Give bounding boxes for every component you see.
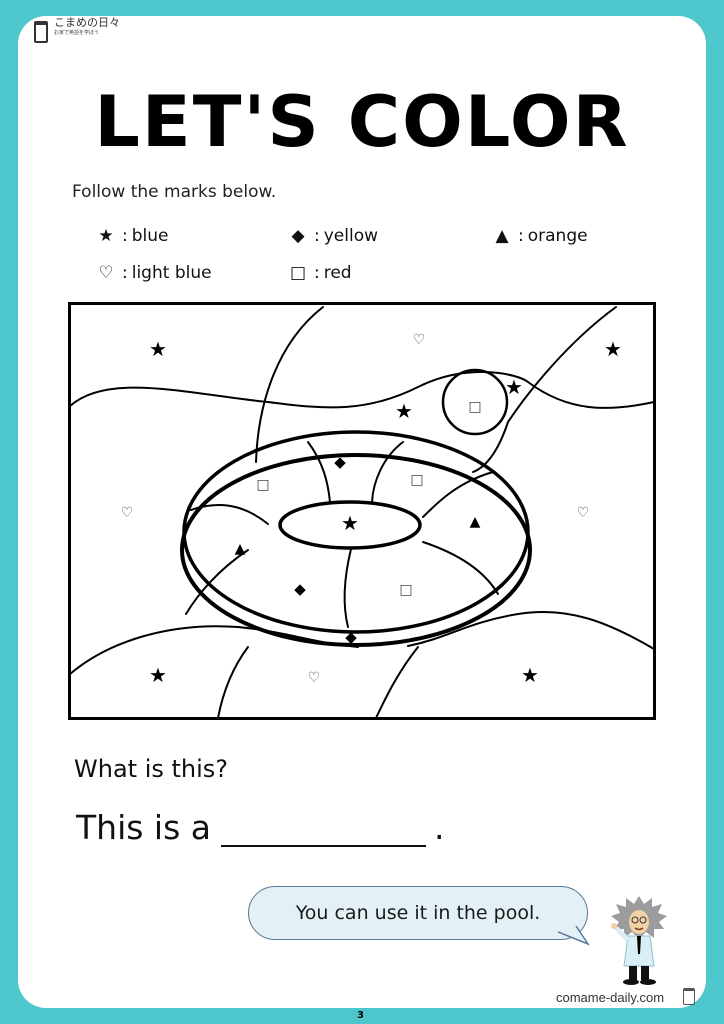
square-mark: □ — [468, 399, 481, 415]
professor-mascot-icon — [611, 896, 667, 985]
book-icon — [34, 21, 48, 43]
legend-label: orange — [527, 226, 588, 246]
square-icon: □ — [289, 263, 307, 283]
site-url[interactable]: comame-daily.com — [556, 990, 664, 1005]
legend-label: blue — [131, 226, 169, 246]
answer-blank[interactable] — [221, 811, 426, 847]
picture-frame — [68, 302, 656, 720]
ring-segment — [307, 441, 331, 503]
star-mark: ★ — [341, 511, 359, 535]
star-mark: ★ — [149, 337, 167, 361]
legend-item-yellow: ◆: yellow — [288, 226, 378, 246]
curve-line — [375, 646, 419, 719]
coloring-picture: ★ ♡ ★ ★ ★ □ ◆ □ □ ♡ ★ ▲ ♡ ▲ ◆ □ ◆ ★ ♡ ★ — [68, 302, 656, 720]
brand-name: こまめの日々 — [54, 16, 120, 29]
diamond-mark: ◆ — [294, 580, 306, 598]
heart-icon: ♡ — [98, 263, 114, 283]
instruction-text: Follow the marks below. — [72, 182, 277, 202]
square-mark: □ — [399, 582, 412, 598]
heart-mark: ♡ — [308, 670, 321, 686]
hint-speech-bubble: You can use it in the pool. — [248, 886, 588, 940]
star-icon: ★ — [98, 226, 114, 246]
speech-bubble-tail — [558, 926, 590, 946]
answer-sentence: This is a. — [76, 808, 445, 847]
legend-label: yellow — [323, 226, 379, 246]
diamond-mark: ◆ — [345, 628, 357, 646]
ring-segment — [422, 471, 494, 518]
heart-mark: ♡ — [413, 332, 426, 348]
page-number: 3 — [357, 1010, 364, 1021]
ring-segment — [371, 441, 404, 503]
legend-item-red: □: red — [289, 263, 352, 283]
triangle-icon: ▲ — [495, 226, 509, 246]
diamond-icon: ◆ — [291, 226, 305, 246]
triangle-mark: ▲ — [470, 514, 481, 530]
star-mark: ★ — [604, 337, 622, 361]
ring-segment — [422, 541, 499, 595]
wave-line — [527, 381, 655, 409]
star-mark: ★ — [395, 399, 413, 423]
wave-line — [69, 370, 529, 409]
curve-line — [472, 306, 617, 473]
curve-line — [217, 646, 249, 719]
answer-suffix: . — [434, 808, 445, 847]
question-text: What is this? — [74, 755, 229, 783]
ring-segment — [343, 548, 352, 628]
star-mark: ★ — [149, 663, 167, 687]
heart-mark: ♡ — [121, 505, 134, 521]
legend-item-orange: ▲: orange — [492, 226, 588, 246]
brand-header: こまめの日々 お家で英語を学ぼう — [34, 17, 120, 43]
legend-label: red — [323, 263, 352, 283]
page-title: LET'S COLOR — [94, 81, 630, 163]
heart-mark: ♡ — [577, 505, 590, 521]
answer-prefix: This is a — [76, 808, 211, 847]
legend-item-blue: ★: blue — [96, 226, 168, 246]
book-icon — [683, 988, 695, 1005]
hint-text: You can use it in the pool. — [295, 902, 541, 924]
legend-label: light blue — [131, 263, 212, 283]
triangle-mark: ▲ — [235, 541, 246, 557]
star-mark: ★ — [521, 663, 539, 687]
wave-line — [69, 625, 359, 675]
diamond-mark: ◆ — [334, 453, 346, 471]
brand-tagline: お家で英語を学ぼう — [54, 30, 100, 36]
square-mark: □ — [410, 472, 423, 488]
square-mark: □ — [256, 477, 269, 493]
star-mark: ★ — [505, 375, 523, 399]
legend-item-light-blue: ♡: light blue — [96, 263, 212, 283]
